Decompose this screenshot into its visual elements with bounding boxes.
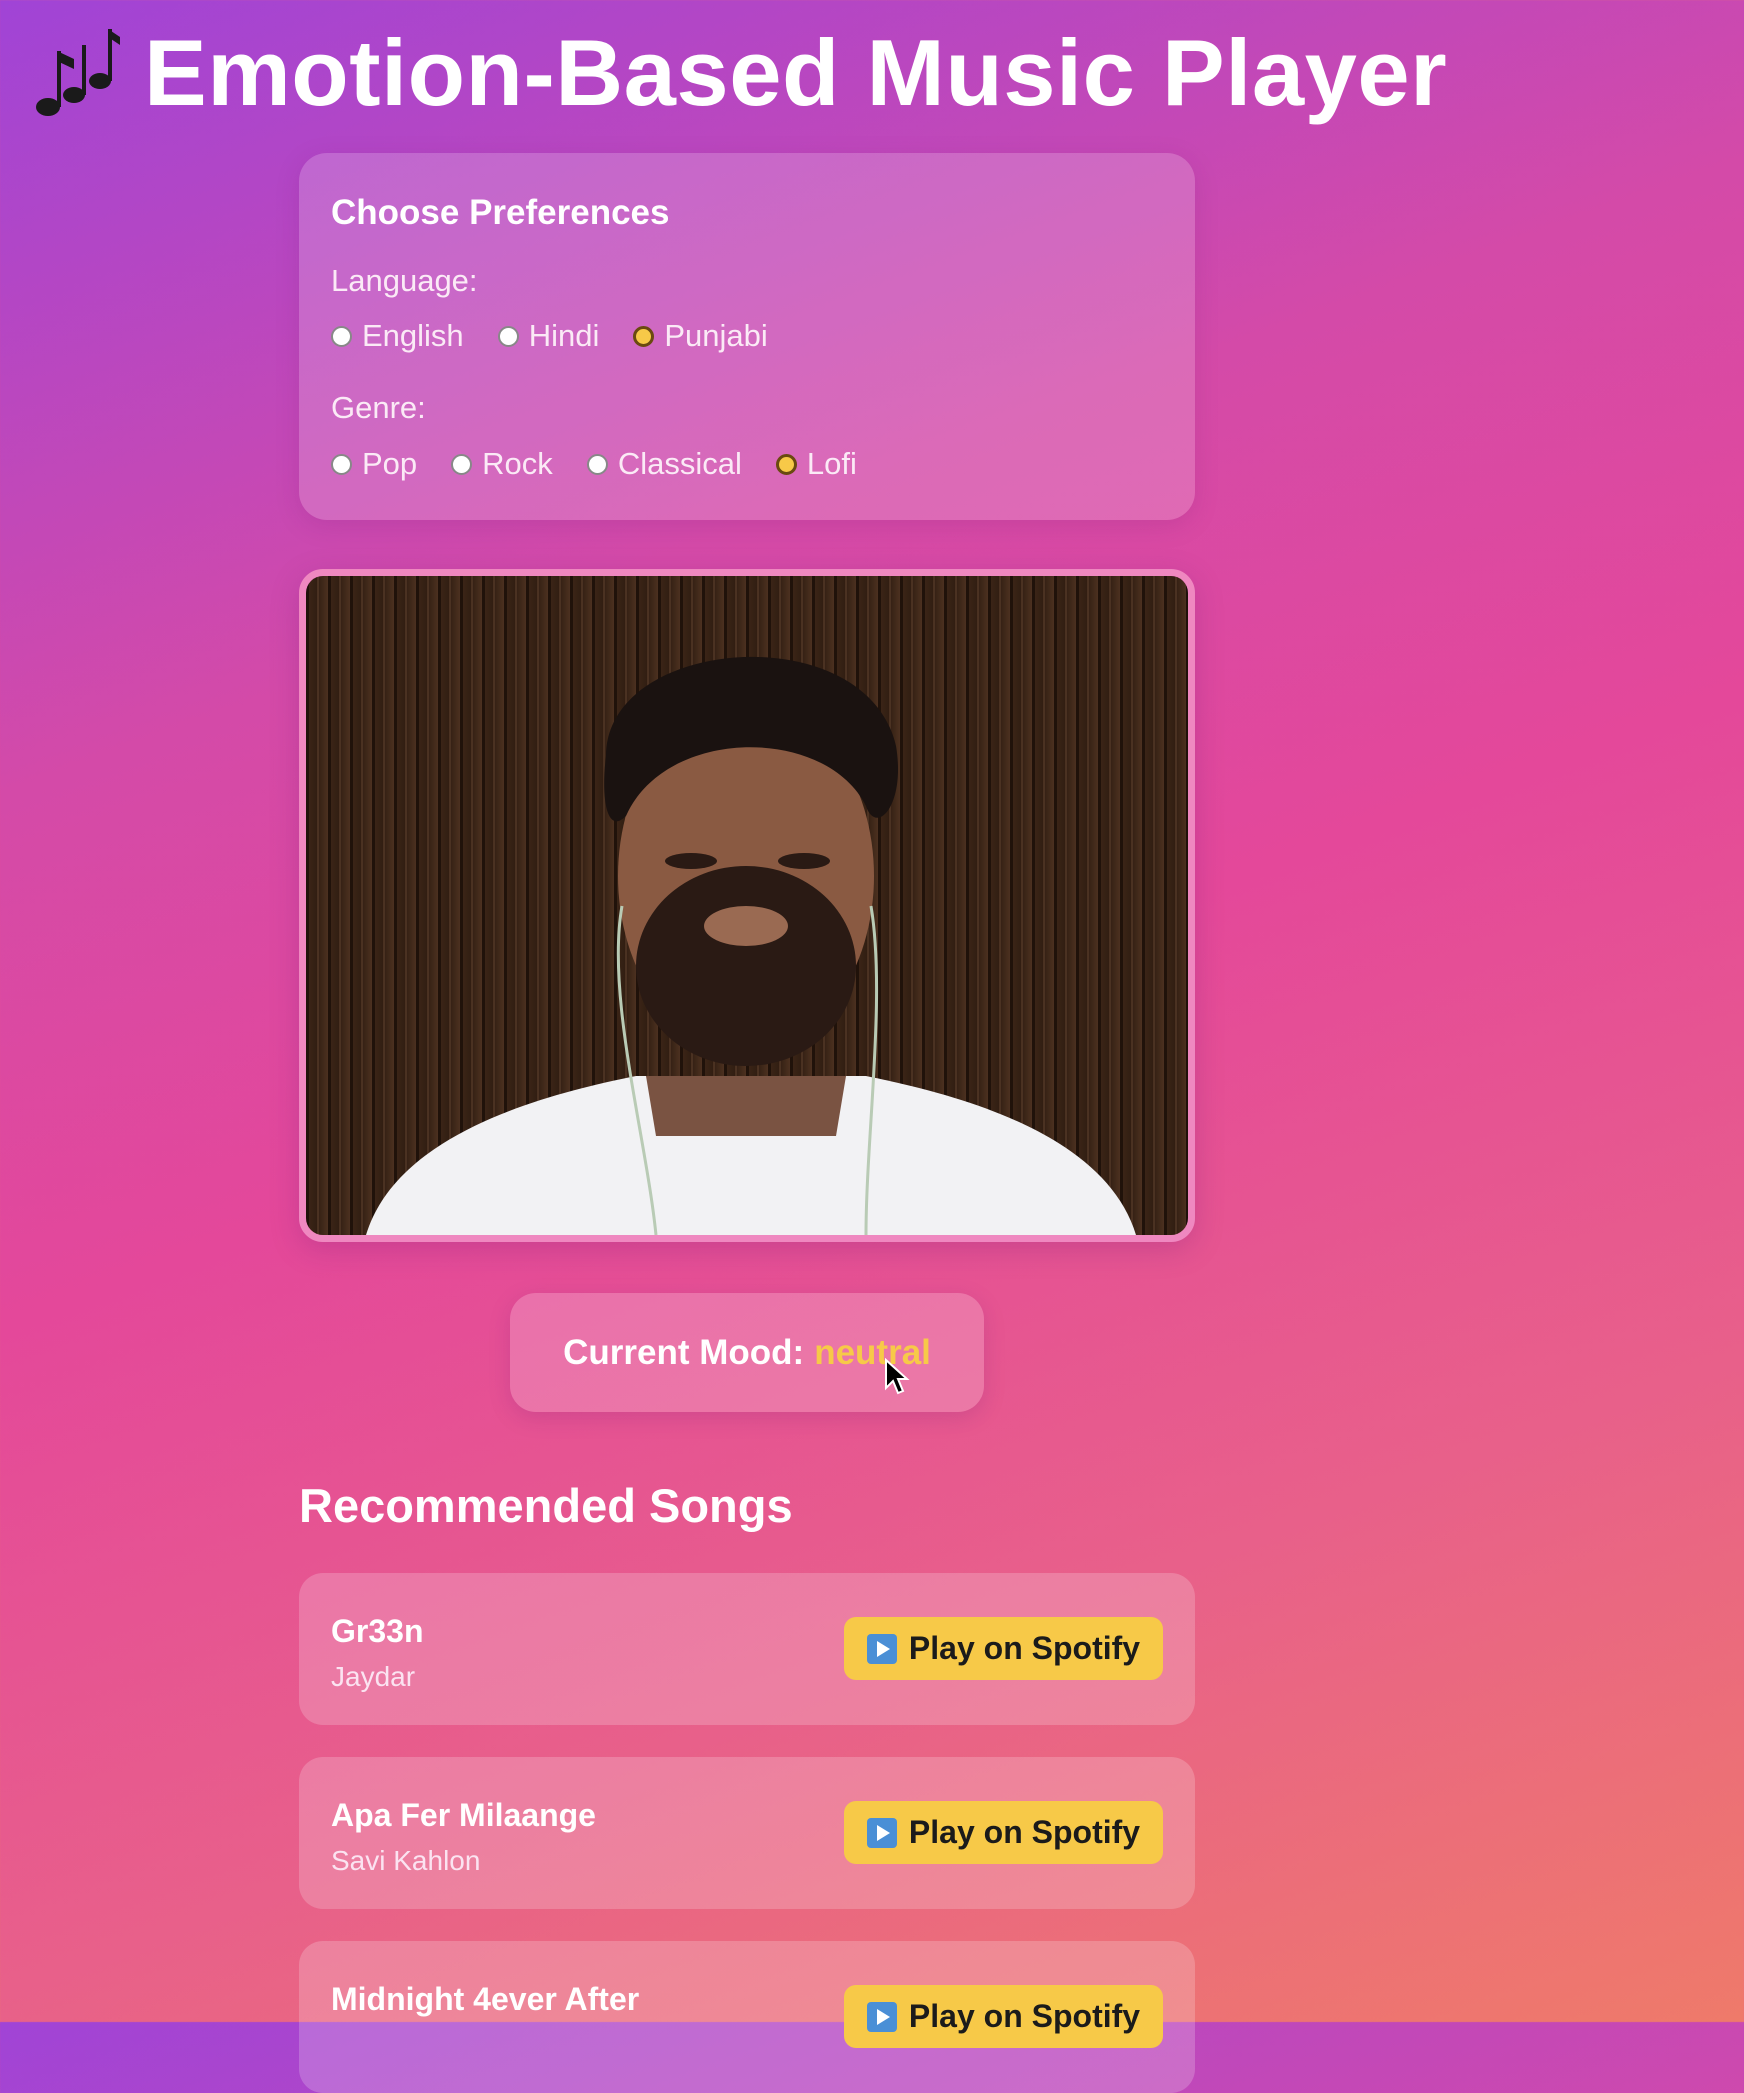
language-option-english[interactable]: English: [331, 318, 464, 354]
song-card: Apa Fer Milaange Savi Kahlon Play on Spo…: [299, 1757, 1195, 1909]
radio-button-selected[interactable]: [633, 325, 655, 347]
song-card: Gr33n Jaydar Play on Spotify: [299, 1573, 1195, 1725]
current-mood-display: Current Mood: neutral: [510, 1293, 984, 1412]
play-icon: [866, 2001, 897, 2032]
mouse-cursor-icon: [885, 1358, 910, 1395]
song-artist: Savi Kahlon: [331, 1845, 481, 1876]
play-icon: [866, 1817, 897, 1848]
musical-notes-icon: [36, 29, 120, 116]
page-title: Emotion-Based Music Player: [144, 20, 1448, 125]
radio-button[interactable]: [451, 453, 473, 475]
webcam-image: [306, 576, 1188, 1235]
radio-button[interactable]: [331, 453, 352, 475]
play-on-spotify-button[interactable]: Play on Spotify: [844, 1801, 1163, 1864]
genre-label: Genre:: [331, 390, 426, 425]
app-header: Emotion-Based Music Player: [26, 18, 1447, 128]
language-label: Language:: [331, 263, 478, 298]
genre-option-lofi[interactable]: Lofi: [775, 446, 857, 482]
song-title: Midnight 4ever After: [331, 1981, 640, 2017]
radio-button[interactable]: [331, 325, 352, 347]
recommended-songs-title: Recommended Songs: [299, 1479, 793, 1532]
genre-option-pop[interactable]: Pop: [331, 446, 417, 482]
language-options: English Hindi Punjabi: [331, 318, 802, 354]
song-title: Apa Fer Milaange: [331, 1797, 596, 1833]
webcam-feed: [299, 569, 1195, 1242]
radio-button[interactable]: [497, 325, 519, 347]
language-option-hindi[interactable]: Hindi: [497, 318, 599, 354]
genre-options: Pop Rock Classical Lofi: [331, 446, 891, 482]
play-on-spotify-button[interactable]: Play on Spotify: [844, 1617, 1163, 1680]
song-card: Midnight 4ever After Play on Spotify: [299, 1941, 1195, 2093]
genre-option-classical[interactable]: Classical: [586, 446, 742, 482]
song-artist: Jaydar: [331, 1661, 416, 1692]
radio-button-selected[interactable]: [775, 453, 797, 475]
genre-option-rock[interactable]: Rock: [451, 446, 553, 482]
play-icon: [866, 1633, 897, 1664]
play-on-spotify-button[interactable]: Play on Spotify: [844, 1985, 1163, 2048]
radio-button[interactable]: [586, 453, 608, 475]
preferences-panel: Choose Preferences Language: English Hin…: [299, 153, 1195, 520]
language-option-punjabi[interactable]: Punjabi: [633, 318, 768, 354]
preferences-title: Choose Preferences: [331, 193, 670, 232]
song-title: Gr33n: [331, 1613, 424, 1649]
mood-value: neutral: [814, 1332, 931, 1372]
mood-label: Current Mood:: [563, 1332, 805, 1372]
